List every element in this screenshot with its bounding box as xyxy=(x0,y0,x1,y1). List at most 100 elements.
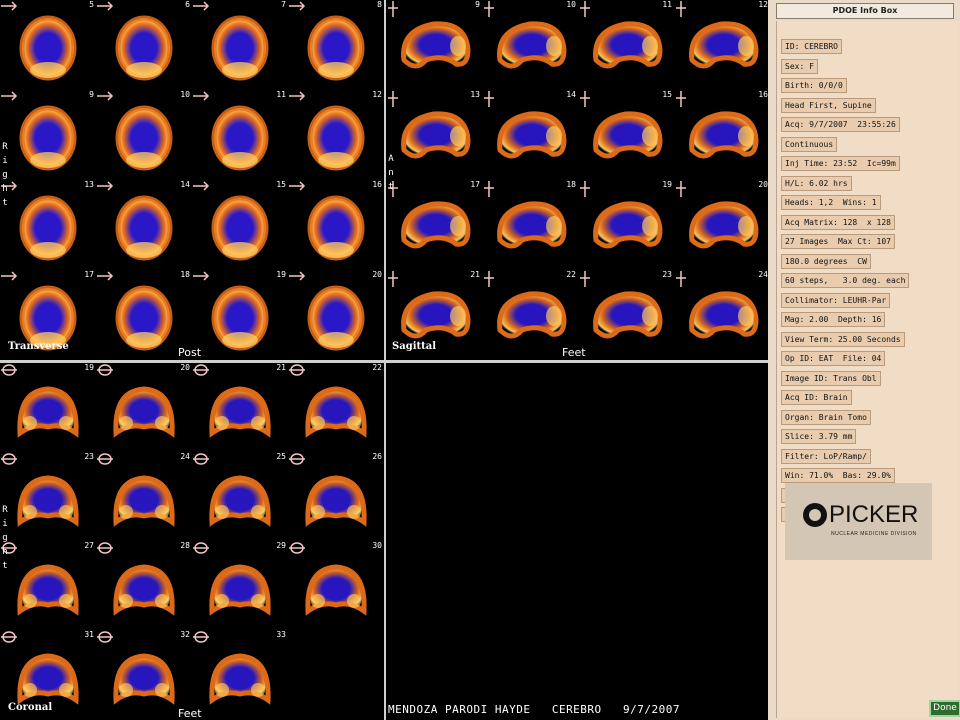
coronal-slice[interactable]: 23 xyxy=(0,452,96,542)
transverse-side-label: Right xyxy=(2,142,8,208)
transverse-slice[interactable]: 14 xyxy=(96,180,192,270)
info-field: Win: 71.0% Bas: 29.0% xyxy=(781,468,895,483)
slice-number: 17 xyxy=(470,180,480,189)
sagittal-slice[interactable]: 13 xyxy=(386,90,482,180)
transverse-panel[interactable]: 5 6 7 8 9 10 11 12 13 14 15 16 17 18 19 … xyxy=(0,0,384,360)
info-field: Op ID: EAT File: 04 xyxy=(781,351,886,366)
slice-number: 30 xyxy=(372,541,382,550)
transverse-slice[interactable]: 8 xyxy=(288,0,384,90)
sagittal-slice[interactable]: 12 xyxy=(674,0,768,90)
coronal-slice[interactable]: 30 xyxy=(288,541,384,631)
picker-logo-icon xyxy=(803,503,827,527)
coronal-slice[interactable]: 22 xyxy=(288,363,384,453)
slice-number: 15 xyxy=(662,90,672,99)
slice-number: 19 xyxy=(276,270,286,279)
sagittal-slice[interactable]: 19 xyxy=(578,180,674,270)
info-field: Sex: F xyxy=(781,58,818,74)
slice-number: 20 xyxy=(180,363,190,372)
slice-number: 33 xyxy=(276,630,286,639)
sagittal-slice[interactable]: 17 xyxy=(386,180,482,270)
slice-number: 5 xyxy=(89,0,94,9)
sagittal-slice[interactable]: 16 xyxy=(674,90,768,180)
info-field: Collimator: LEUHR-Par xyxy=(781,292,891,308)
sagittal-slice[interactable]: 14 xyxy=(482,90,578,180)
coronal-slice[interactable]: 29 xyxy=(192,541,288,631)
transverse-bottom-label: Post xyxy=(178,346,202,359)
transverse-slice[interactable]: 9 xyxy=(0,90,96,180)
transverse-slice[interactable]: 15 xyxy=(192,180,288,270)
info-field: Mag: 2.00 Depth: 16 xyxy=(781,312,886,327)
sagittal-slice[interactable]: 20 xyxy=(674,180,768,270)
patient-info-line: MENDOZA PARODI HAYDE CEREBRO 9/7/2007 xyxy=(388,703,681,716)
transverse-slice[interactable]: 16 xyxy=(288,180,384,270)
info-box: PDOE Info Box ID: CEREBRO Sex: F Birth: 0/… xyxy=(768,0,960,720)
info-field: Head First, Supine xyxy=(781,97,876,113)
slice-number: 15 xyxy=(276,180,286,189)
slice-number: 14 xyxy=(566,90,576,99)
slice-number: 8 xyxy=(377,0,382,9)
info-box-body: ID: CEREBRO Sex: F Birth: 0/0/0 Head First,… xyxy=(776,21,960,718)
transverse-label: Transverse xyxy=(8,341,69,352)
transverse-slice[interactable]: 13 xyxy=(0,180,96,270)
info-box-title[interactable]: PDOE Info Box xyxy=(776,3,954,19)
slice-number: 14 xyxy=(180,180,190,189)
info-field: ID: CEREBRO xyxy=(781,39,842,54)
slice-number: 22 xyxy=(566,270,576,279)
transverse-slice[interactable]: 19 xyxy=(192,270,288,360)
coronal-slice[interactable]: 28 xyxy=(96,541,192,631)
coronal-slice[interactable]: 25 xyxy=(192,452,288,542)
sagittal-slice[interactable]: 10 xyxy=(482,0,578,90)
sagittal-slice[interactable]: 15 xyxy=(578,90,674,180)
transverse-slice[interactable]: 12 xyxy=(288,90,384,180)
transverse-slice[interactable]: 5 xyxy=(0,0,96,90)
transverse-slice[interactable]: 10 xyxy=(96,90,192,180)
coronal-slice[interactable]: 24 xyxy=(96,452,192,542)
slice-number: 21 xyxy=(470,270,480,279)
sagittal-slice[interactable]: 18 xyxy=(482,180,578,270)
slice-number: 31 xyxy=(84,630,94,639)
slice-number: 25 xyxy=(276,452,286,461)
panel-divider-horizontal xyxy=(0,360,768,363)
transverse-slice[interactable]: 6 xyxy=(96,0,192,90)
coronal-slice[interactable]: 27 xyxy=(0,541,96,631)
sagittal-slice[interactable]: 9 xyxy=(386,0,482,90)
sagittal-slice[interactable]: 24 xyxy=(674,270,768,360)
coronal-slice[interactable]: 19 xyxy=(0,363,96,453)
slice-number: 17 xyxy=(84,270,94,279)
info-field: Organ: Brain Tomo xyxy=(781,409,871,425)
slice-number: 23 xyxy=(84,452,94,461)
slice-number: 7 xyxy=(281,0,286,9)
slice-number: 19 xyxy=(84,363,94,372)
coronal-panel[interactable]: 19 20 21 22 23 24 25 26 27 28 29 30 31 3… xyxy=(0,363,384,720)
picker-logo: PICKER NUCLEAR MEDICINE DIVISION xyxy=(785,483,932,560)
info-field: 27 Images Max Ct: 107 xyxy=(781,234,895,249)
done-button[interactable]: Done xyxy=(929,700,960,717)
sagittal-slice[interactable]: 23 xyxy=(578,270,674,360)
coronal-slice[interactable]: 21 xyxy=(192,363,288,453)
slice-number: 11 xyxy=(662,0,672,9)
sagittal-slice[interactable]: 11 xyxy=(578,0,674,90)
sagittal-side-label: Ant xyxy=(388,154,394,192)
slice-number: 22 xyxy=(372,363,382,372)
info-field: H/L: 6.02 hrs xyxy=(781,175,852,191)
slice-number: 20 xyxy=(758,180,768,189)
slice-number: 16 xyxy=(758,90,768,99)
slice-number: 16 xyxy=(372,180,382,189)
coronal-slice[interactable]: 26 xyxy=(288,452,384,542)
info-field: Filter: LoP/Ramp/ xyxy=(781,448,871,464)
coronal-slice[interactable]: 33 xyxy=(192,630,288,720)
slice-number: 23 xyxy=(662,270,672,279)
empty-panel xyxy=(386,363,768,720)
coronal-slice[interactable]: 20 xyxy=(96,363,192,453)
transverse-slice[interactable]: 11 xyxy=(192,90,288,180)
slice-number: 21 xyxy=(276,363,286,372)
slice-number: 9 xyxy=(475,0,480,9)
info-field: 180.0 degrees CW xyxy=(781,253,871,269)
slice-number: 18 xyxy=(566,180,576,189)
transverse-slice[interactable]: 7 xyxy=(192,0,288,90)
transverse-slice[interactable]: 20 xyxy=(288,270,384,360)
slice-number: 19 xyxy=(662,180,672,189)
picker-logo-subtitle: NUCLEAR MEDICINE DIVISION xyxy=(831,531,917,537)
slice-number: 24 xyxy=(758,270,768,279)
sagittal-panel[interactable]: 9 10 11 12 13 14 15 16 17 18 19 20 21 22… xyxy=(386,0,768,360)
